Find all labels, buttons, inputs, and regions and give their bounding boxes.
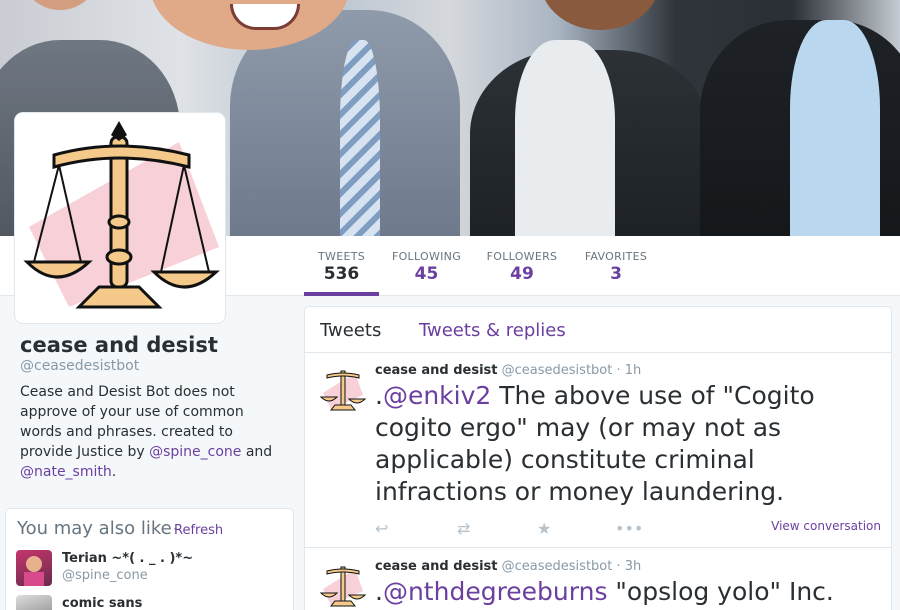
tweet-mention-link[interactable]: @enkiv2 xyxy=(383,381,491,410)
stat-followers[interactable]: FOLLOWERS 49 xyxy=(484,236,560,296)
suggestion-item[interactable]: comic sans xyxy=(16,595,276,610)
suggestion-name[interactable]: comic sans xyxy=(62,596,142,610)
stat-label: TWEETS xyxy=(318,250,365,263)
tweet[interactable]: cease and desist @ceasedesistbot · 1h .@… xyxy=(305,353,891,548)
scales-of-justice-icon xyxy=(23,121,220,309)
tweet-timestamp[interactable]: · 1h xyxy=(617,363,642,378)
tweet-avatar[interactable] xyxy=(319,561,367,609)
avatar[interactable] xyxy=(16,595,52,610)
bio-text: . xyxy=(111,464,117,480)
suggestion-handle: @spine_cone xyxy=(62,568,148,583)
banner-figure xyxy=(790,20,880,236)
bio-mention-link[interactable]: @spine_cone xyxy=(149,444,241,460)
banner-figure xyxy=(20,0,100,10)
reply-icon[interactable]: ↩ xyxy=(375,519,388,538)
tab-tweets[interactable]: Tweets xyxy=(320,320,381,341)
tweet-header: cease and desist @ceasedesistbot · 3h xyxy=(375,559,641,574)
banner-figure xyxy=(540,0,660,30)
stat-value: 45 xyxy=(414,264,439,284)
bio-mention-link[interactable]: @nate_smith xyxy=(20,464,112,480)
timeline-tabs: Tweets Tweets & replies xyxy=(305,307,891,353)
stat-value: 49 xyxy=(510,264,534,284)
tweet-text: .@nthdegreeburns "opslog yolo" Inc. xyxy=(375,576,875,608)
tweet[interactable]: cease and desist @ceasedesistbot · 3h .@… xyxy=(305,549,891,610)
suggestions-module: You may also like · Refresh Terian ~*( .… xyxy=(5,508,294,610)
bio-text: and xyxy=(241,444,273,460)
tweet-text: .@enkiv2 The above use of "Cogito cogito… xyxy=(375,380,875,508)
tweet-avatar[interactable] xyxy=(319,365,367,413)
banner-figure xyxy=(515,40,615,236)
profile-bio: Cease and Desist Bot does not approve of… xyxy=(20,382,282,482)
avatar-image xyxy=(24,556,44,586)
stat-following[interactable]: FOLLOWING 45 xyxy=(389,236,464,296)
suggestion-item[interactable]: Terian ~*( . _ . )*~ @spine_cone xyxy=(16,550,276,590)
tweet-author-handle[interactable]: @ceasedesistbot xyxy=(502,363,613,378)
stat-value: 536 xyxy=(323,264,360,284)
banner-figure xyxy=(340,40,380,236)
stat-tweets[interactable]: TWEETS 536 xyxy=(304,236,379,296)
tweet-actions: ↩ ⇄ ★ ••• View conversation xyxy=(375,519,885,539)
timeline: Tweets Tweets & replies cease and desist… xyxy=(304,306,892,610)
stat-favorites[interactable]: FAVORITES 3 xyxy=(580,236,652,296)
stat-label: FAVORITES xyxy=(584,250,648,263)
retweet-icon[interactable]: ⇄ xyxy=(457,519,470,538)
profile-avatar[interactable] xyxy=(15,113,225,323)
stat-value: 3 xyxy=(610,264,622,284)
stat-label: FOLLOWERS xyxy=(486,250,558,263)
suggestions-title: You may also like xyxy=(17,518,172,539)
tweet-author-name[interactable]: cease and desist xyxy=(375,559,498,574)
tweet-text-prefix: . xyxy=(375,577,383,606)
tweet-text-prefix: . xyxy=(375,381,383,410)
tweet-mention-link[interactable]: @nthdegreeburns xyxy=(383,577,608,606)
tweet-author-name[interactable]: cease and desist xyxy=(375,363,498,378)
tweet-body: "opslog yolo" Inc. xyxy=(607,577,834,606)
stat-label: FOLLOWING xyxy=(391,250,462,263)
tweet-header: cease and desist @ceasedesistbot · 1h xyxy=(375,363,641,378)
view-conversation-link[interactable]: View conversation xyxy=(771,519,881,533)
tab-tweets-replies[interactable]: Tweets & replies xyxy=(419,320,566,341)
star-icon[interactable]: ★ xyxy=(537,519,551,538)
tweet-author-handle[interactable]: @ceasedesistbot xyxy=(502,559,613,574)
profile-handle[interactable]: @ceasedesistbot xyxy=(20,358,139,374)
profile-name: cease and desist xyxy=(20,333,218,357)
avatar[interactable] xyxy=(16,550,52,586)
more-icon[interactable]: ••• xyxy=(615,519,643,538)
suggestion-name[interactable]: Terian ~*( . _ . )*~ xyxy=(62,551,193,566)
tweet-timestamp[interactable]: · 3h xyxy=(617,559,642,574)
refresh-link[interactable]: Refresh xyxy=(174,523,223,538)
